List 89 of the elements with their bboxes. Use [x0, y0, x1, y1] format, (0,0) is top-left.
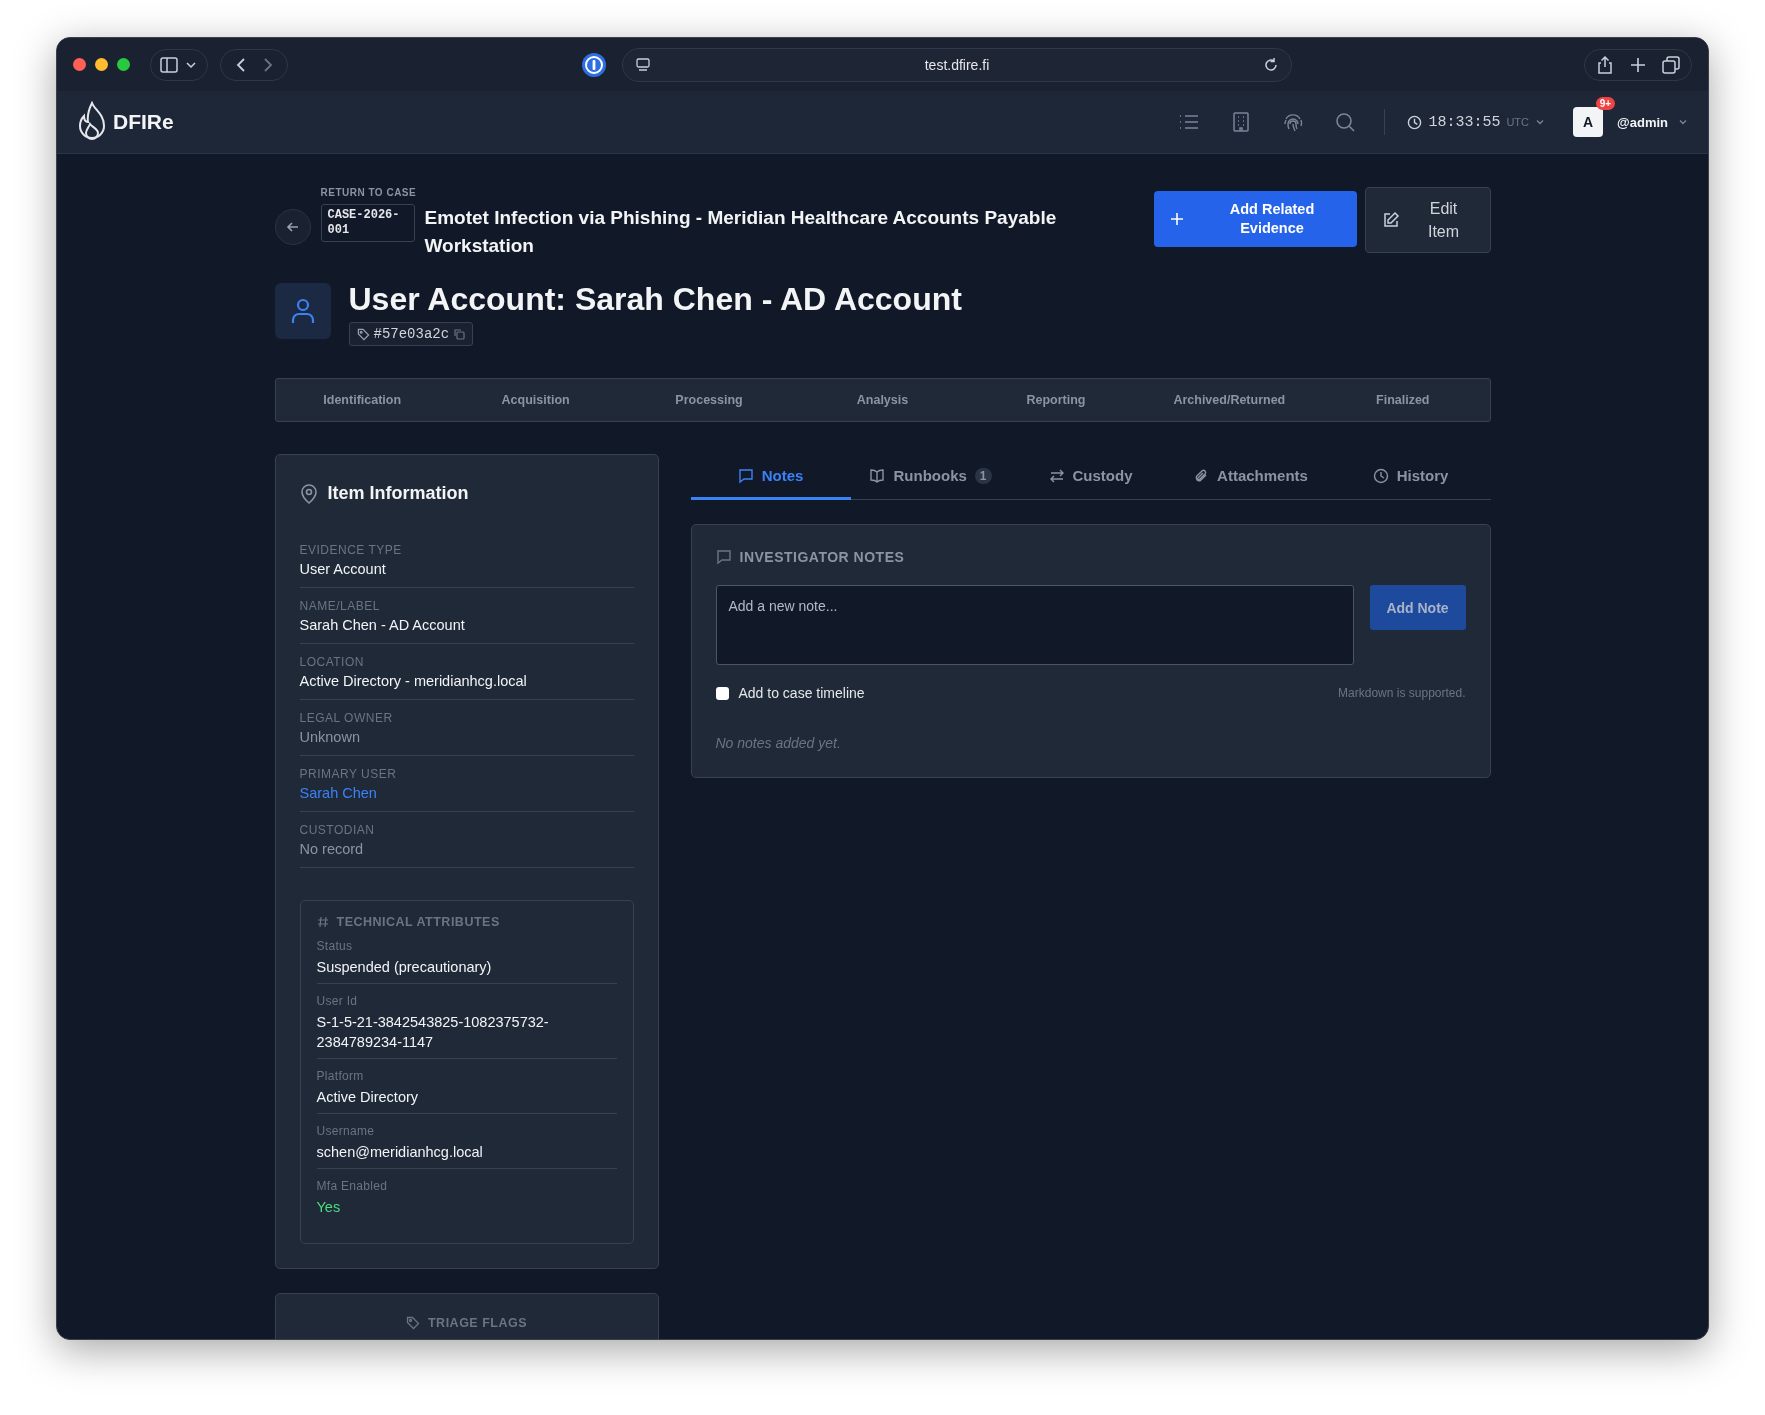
attribute-value: Active Directory — [316, 1088, 420, 1107]
sidebar-icon — [159, 55, 199, 74]
fingerprint-icon[interactable] — [1282, 111, 1305, 133]
field-value: Sarah Chen - AD Account — [299, 617, 466, 633]
attribute-label: Mfa Enabled — [316, 1179, 389, 1193]
current-time: 18:33:55 — [1428, 113, 1501, 131]
lifecycle-stage: Finalized — [1375, 393, 1431, 407]
tab[interactable]: History — [1330, 454, 1491, 500]
clock-icon — [1407, 114, 1423, 130]
back-button[interactable] — [274, 209, 311, 245]
plus-icon — [1169, 212, 1184, 226]
field-label: PRIMARY USER — [299, 767, 398, 781]
section-title: TECHNICAL ATTRIBUTES — [336, 915, 500, 929]
note-input[interactable]: Add a new note... — [715, 585, 1354, 665]
location-pin-icon — [299, 483, 318, 504]
copy-icon[interactable] — [453, 328, 466, 340]
clock-icon — [1372, 467, 1389, 484]
attribute-value: schen@meridianhcg.local — [316, 1143, 484, 1162]
tag-icon — [356, 327, 370, 341]
field-value: No record — [299, 841, 365, 857]
address-bar[interactable]: test.dfire.fi — [622, 47, 1292, 82]
lifecycle-stage: Identification — [322, 393, 403, 407]
tab[interactable]: Custody — [1010, 454, 1171, 500]
markdown-hint: Markdown is supported. — [1338, 686, 1466, 700]
close-window-icon[interactable] — [73, 58, 86, 71]
user-icon — [289, 297, 316, 325]
field-label: LOCATION — [299, 655, 365, 669]
panel-title: Item Information — [327, 483, 469, 504]
tag-icon — [405, 1316, 420, 1330]
tab[interactable]: Notes — [690, 454, 851, 500]
chevron-down-icon — [1535, 117, 1546, 127]
field-value: Active Directory - meridianhcg.local — [299, 673, 528, 689]
book-icon — [869, 467, 886, 484]
item-hash-tag: #57e03a2c — [348, 322, 474, 346]
brand-name: DFIRe — [113, 110, 174, 134]
chevron-down-icon — [1678, 117, 1688, 127]
lifecycle-stage: Processing — [674, 393, 744, 407]
attribute-value: S-1-5-21-3842543825-1082375732-2384789234-1147 — [316, 1013, 550, 1052]
reload-icon[interactable] — [1263, 56, 1279, 73]
lifecycle-stage: Acquisition — [500, 393, 571, 407]
tabs-overview-icon[interactable] — [1661, 54, 1681, 75]
hash-icon — [316, 916, 329, 928]
field-label: LEGAL OWNER — [299, 711, 394, 725]
lifecycle-stage: Archived/Returned — [1172, 393, 1287, 407]
field-link[interactable]: Sarah Chen — [299, 785, 634, 801]
page-icon — [635, 56, 651, 73]
add-evidence-button[interactable]: Add Related Evidence — [1153, 191, 1357, 247]
lifecycle-stage: Reporting — [1025, 393, 1087, 407]
zoom-window-icon[interactable] — [117, 58, 130, 71]
field-value: Unknown — [299, 729, 361, 745]
attribute-label: Username — [316, 1124, 376, 1138]
share-icon[interactable] — [1595, 54, 1615, 75]
timezone-label: UTC — [1506, 116, 1530, 128]
case-id[interactable]: CASE-2026-001 — [320, 204, 415, 242]
section-title: TRIAGE FLAGS — [427, 1316, 528, 1330]
attribute-value: Yes — [316, 1198, 342, 1217]
edit-button[interactable]: Edit Item — [1364, 187, 1491, 253]
attribute-label: User Id — [316, 994, 359, 1008]
checkbox[interactable] — [715, 686, 729, 700]
return-to-case-label: RETURN TO CASE — [320, 187, 418, 198]
field-value: User Account — [299, 561, 387, 577]
add-note-button[interactable]: Add Note — [1369, 585, 1466, 630]
item-title: User Account: Sarah Chen - AD Account — [348, 280, 962, 318]
field-label: CUSTODIAN — [299, 823, 376, 837]
field-label: NAME/LABEL — [299, 599, 381, 613]
username: @admin — [1617, 114, 1668, 130]
attribute-label: Platform — [316, 1069, 365, 1083]
chat-icon — [715, 549, 732, 565]
count-badge: 1 — [974, 467, 992, 484]
new-tab-icon[interactable] — [1629, 55, 1647, 74]
timeline-checkbox[interactable]: Add to case timeline — [715, 685, 865, 701]
tab[interactable]: Runbooks 1 — [850, 454, 1011, 500]
notification-badge: 9+ — [1595, 97, 1616, 110]
tab[interactable]: Attachments — [1170, 454, 1331, 500]
field-label: EVIDENCE TYPE — [299, 543, 403, 557]
lifecycle-stage: Analysis — [855, 393, 910, 407]
attribute-value: Suspended (precautionary) — [316, 958, 493, 977]
edit-icon — [1381, 211, 1400, 229]
password-manager-icon[interactable] — [580, 50, 608, 79]
chat-icon — [737, 467, 754, 484]
minimize-window-icon[interactable] — [95, 58, 108, 71]
swap-arrows-icon — [1048, 467, 1065, 484]
attribute-label: Status — [316, 939, 354, 953]
time-selector[interactable]: 18:33:55 UTC — [1407, 113, 1546, 131]
search-icon[interactable] — [1334, 111, 1357, 133]
avatar-initial: A — [1582, 114, 1594, 130]
empty-notes-message: No notes added yet. — [715, 735, 842, 751]
section-title: INVESTIGATOR NOTES — [739, 549, 905, 565]
case-title[interactable]: Emotet Infection via Phishing - Meridian Healthcare Accounts Payable Workstation — [424, 204, 1065, 260]
